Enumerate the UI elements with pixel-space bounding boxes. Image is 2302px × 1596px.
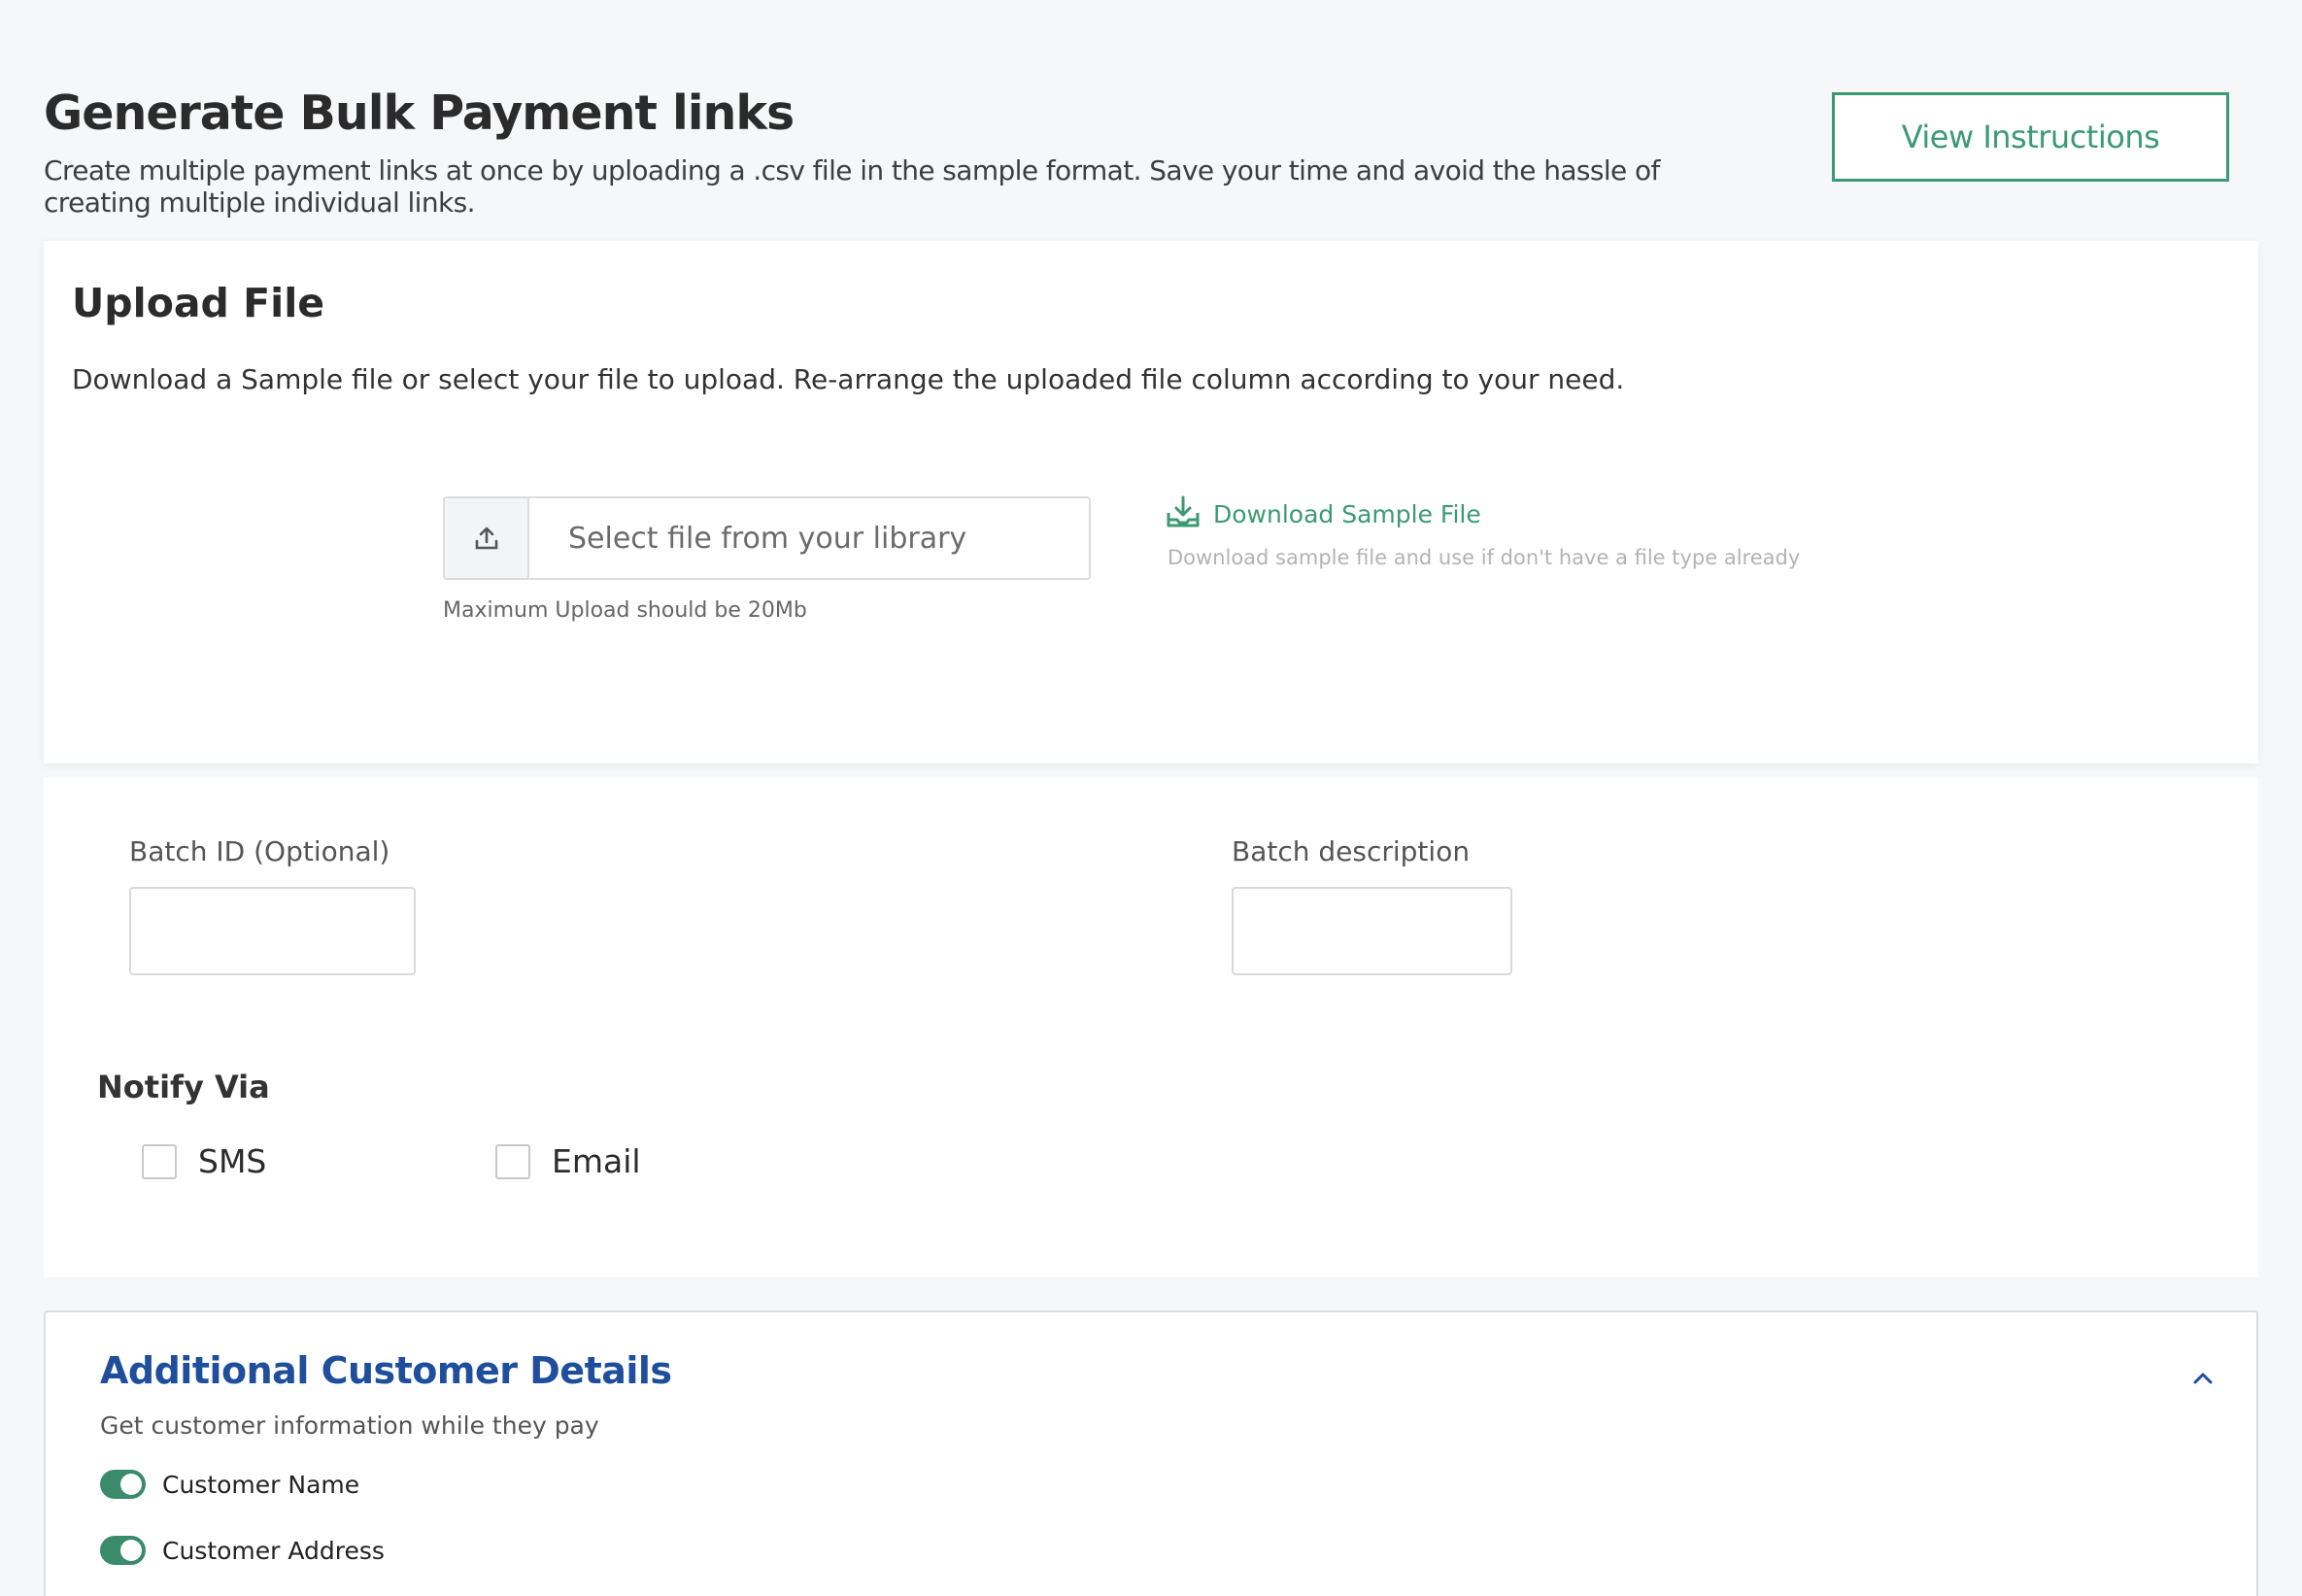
customer-address-toggle-row[interactable]: Customer Address	[100, 1536, 385, 1565]
download-sample-link[interactable]: Download Sample File	[1167, 495, 1481, 532]
download-sample-label: Download Sample File	[1213, 499, 1481, 528]
page-header: Generate Bulk Payment links Create multi…	[44, 85, 1753, 219]
download-icon	[1167, 495, 1200, 532]
batch-id-label: Batch ID (Optional)	[129, 835, 390, 867]
notify-email-checkbox[interactable]: Email	[495, 1142, 641, 1180]
email-checkbox-label: Email	[552, 1142, 641, 1180]
file-select-placeholder: Select file from your library	[568, 521, 967, 556]
sms-checkbox-label: SMS	[198, 1142, 267, 1180]
max-upload-note: Maximum Upload should be 20Mb	[443, 598, 807, 623]
chevron-up-icon[interactable]	[2192, 1371, 2214, 1389]
notify-sms-checkbox[interactable]: SMS	[142, 1142, 266, 1180]
view-instructions-button[interactable]: View Instructions	[1832, 92, 2229, 182]
upload-file-card: Upload File Download a Sample file or se…	[44, 241, 2258, 764]
download-sample-note: Download sample file and use if don't ha…	[1168, 546, 1801, 569]
additional-details-title: Additional Customer Details	[100, 1349, 672, 1392]
upload-file-title: Upload File	[72, 280, 325, 326]
customer-name-label: Customer Name	[162, 1470, 360, 1499]
batch-id-input[interactable]	[129, 887, 416, 975]
upload-icon	[445, 498, 529, 578]
page-title: Generate Bulk Payment links	[44, 85, 795, 141]
customer-address-label: Customer Address	[162, 1536, 385, 1565]
customer-name-toggle[interactable]	[100, 1470, 146, 1499]
batch-form-card: Batch ID (Optional) Batch description No…	[44, 777, 2258, 1277]
file-select-input[interactable]: Select file from your library	[443, 496, 1091, 580]
additional-customer-details-card: Additional Customer Details Get customer…	[44, 1310, 2258, 1596]
toggle-knob	[120, 1474, 142, 1495]
email-checkbox-box[interactable]	[495, 1143, 530, 1179]
upload-file-description: Download a Sample file or select your fi…	[72, 363, 1625, 395]
toggle-knob	[120, 1540, 142, 1561]
customer-address-toggle[interactable]	[100, 1536, 146, 1565]
customer-name-toggle-row[interactable]: Customer Name	[100, 1470, 359, 1499]
additional-details-subtitle: Get customer information while they pay	[100, 1411, 599, 1440]
batch-description-label: Batch description	[1232, 835, 1471, 867]
batch-description-input[interactable]	[1232, 887, 1512, 975]
notify-via-title: Notify Via	[97, 1069, 270, 1105]
sms-checkbox-box[interactable]	[142, 1143, 177, 1179]
page-subtitle: Create multiple payment links at once by…	[44, 154, 1660, 219]
